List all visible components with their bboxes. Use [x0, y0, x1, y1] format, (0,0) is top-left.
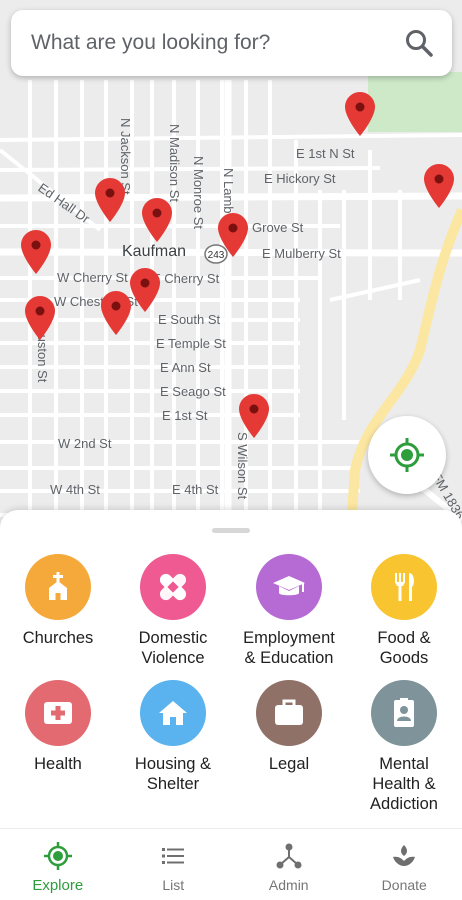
- street-label: E 4th St: [172, 482, 219, 497]
- location-marker-icon[interactable]: [345, 92, 375, 136]
- my-location-button[interactable]: [368, 416, 446, 494]
- category-label: Food & Goods: [377, 629, 431, 667]
- house-icon: [140, 680, 206, 746]
- street-label: E Temple St: [156, 336, 226, 351]
- category-label: Housing & Shelter: [134, 755, 212, 793]
- search-input[interactable]: What are you looking for?: [31, 31, 404, 55]
- category-churches[interactable]: Churches: [0, 554, 116, 648]
- street-label: E South St: [158, 312, 221, 327]
- location-marker-icon[interactable]: [142, 198, 172, 242]
- category-label: Health: [34, 755, 82, 773]
- street-label: E Mulberry St: [262, 246, 341, 261]
- location-marker-icon[interactable]: [101, 291, 131, 335]
- category-sheet: Churches Domestic Violence Employment & …: [0, 510, 462, 830]
- category-employment-education[interactable]: Employment & Education: [231, 554, 347, 668]
- location-marker-icon[interactable]: [424, 164, 454, 208]
- utensils-icon: [371, 554, 437, 620]
- category-food-goods[interactable]: Food & Goods: [346, 554, 462, 668]
- street-label: S Wilson St: [235, 432, 250, 500]
- category-mental-health[interactable]: Mental Health & Addiction: [346, 680, 462, 814]
- category-label: Employment & Education: [243, 629, 335, 667]
- location-marker-icon[interactable]: [25, 296, 55, 340]
- street-label: N Monroe St: [191, 156, 206, 229]
- category-label: Legal: [268, 755, 310, 773]
- city-label: Kaufman: [122, 243, 187, 260]
- search-bar[interactable]: What are you looking for?: [11, 10, 452, 76]
- location-marker-icon[interactable]: [239, 394, 269, 438]
- street-label: E Seago St: [160, 384, 226, 399]
- nav-list[interactable]: List: [116, 829, 232, 900]
- street-label: E Hickory St: [264, 171, 336, 186]
- nav-label: Donate: [381, 877, 427, 893]
- id-badge-icon: [371, 680, 437, 746]
- category-label: Domestic Violence: [138, 629, 208, 667]
- location-marker-icon[interactable]: [218, 213, 248, 257]
- category-label: Mental Health & Addiction: [370, 755, 438, 813]
- street-label: N Madison St: [167, 124, 182, 203]
- list-icon: [162, 848, 185, 864]
- street-label: Grove St: [252, 220, 304, 235]
- nav-admin[interactable]: Admin: [231, 829, 347, 900]
- medical-cross-icon: [25, 680, 91, 746]
- location-marker-icon[interactable]: [21, 230, 51, 274]
- crosshair-icon: [390, 438, 424, 472]
- explore-icon: [43, 842, 72, 870]
- drag-handle[interactable]: [212, 528, 250, 533]
- nav-donate[interactable]: Donate: [347, 829, 462, 900]
- church-icon: [25, 554, 91, 620]
- street-label: E Ann St: [160, 360, 211, 375]
- category-housing-shelter[interactable]: Housing & Shelter: [115, 680, 231, 794]
- street-label: W Cherry St: [57, 270, 128, 285]
- donate-icon: [393, 845, 416, 866]
- category-label: Churches: [22, 629, 94, 647]
- category-domestic-violence[interactable]: Domestic Violence: [115, 554, 231, 668]
- nav-label: Admin: [268, 877, 309, 893]
- street-label: E Cherry St: [152, 271, 220, 286]
- street-label: E 1st N St: [296, 146, 355, 161]
- nav-explore[interactable]: Explore: [0, 829, 116, 900]
- nav-label: List: [162, 877, 185, 893]
- bottom-navigation: Explore List Admin Donate: [0, 828, 462, 900]
- location-marker-icon[interactable]: [95, 178, 125, 222]
- category-health[interactable]: Health: [0, 680, 116, 774]
- category-legal[interactable]: Legal: [231, 680, 347, 774]
- street-label: W 2nd St: [58, 436, 112, 451]
- graduation-cap-icon: [256, 554, 322, 620]
- street-label: E 1st St: [162, 408, 208, 423]
- street-label: W 4th St: [50, 482, 100, 497]
- bandage-icon: [140, 554, 206, 620]
- location-marker-icon[interactable]: [130, 268, 160, 312]
- admin-icon: [276, 843, 302, 869]
- search-icon[interactable]: [404, 28, 434, 58]
- briefcase-icon: [256, 680, 322, 746]
- nav-label: Explore: [32, 877, 84, 894]
